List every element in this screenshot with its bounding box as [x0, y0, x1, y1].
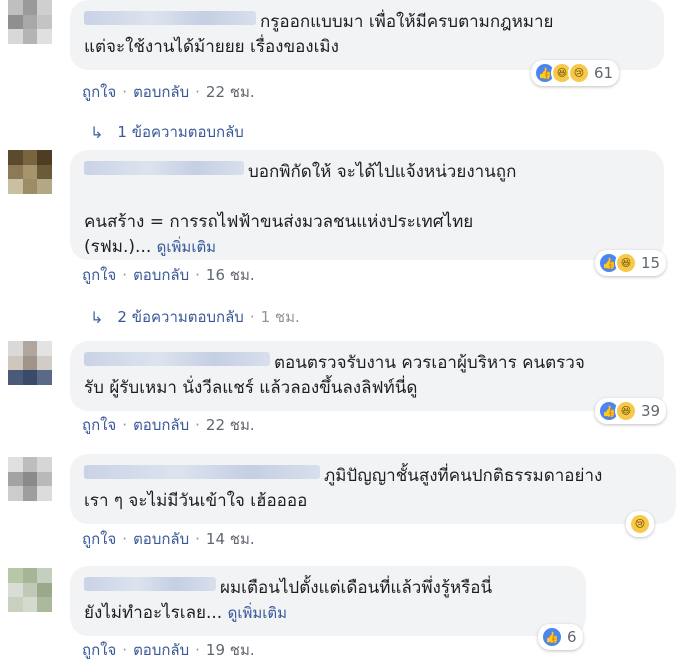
separator: ·: [122, 266, 128, 284]
separator: ·: [195, 530, 200, 548]
separator: ·: [195, 266, 200, 284]
commenter-name[interactable]: [84, 577, 216, 591]
comment-text: บอกพิกัดให้ จะได้ไปแจ้งหน่วยงานถูก คนสร้…: [84, 162, 517, 257]
reaction-summary[interactable]: 👍 😆 15: [595, 250, 667, 276]
like-button[interactable]: ถูกใจ: [82, 641, 116, 659]
like-button[interactable]: ถูกใจ: [82, 266, 116, 284]
avatar[interactable]: [8, 341, 52, 385]
reaction-count: 61: [594, 64, 614, 82]
separator: ·: [122, 83, 128, 101]
comment-bubble: ภูมิปัญญาชั้นสูงที่คนปกติธรรมดาอย่าง เรา…: [70, 454, 676, 524]
comment-actions: ถูกใจ · ตอบกลับ · 14 ชม.: [82, 527, 255, 551]
reaction-count: 39: [641, 402, 661, 420]
reply-arrow-icon: ↳: [90, 307, 104, 327]
comment-time[interactable]: 22 ชม.: [206, 416, 255, 434]
comment-time[interactable]: 19 ชม.: [206, 641, 255, 659]
sad-icon: 😢: [568, 62, 590, 84]
reaction-summary[interactable]: 👍 6: [538, 624, 583, 650]
avatar[interactable]: [8, 0, 52, 44]
reply-button[interactable]: ตอบกลับ: [133, 266, 189, 284]
commenter-name[interactable]: [84, 161, 244, 175]
separator: ·: [195, 83, 200, 101]
comment-time[interactable]: 14 ชม.: [206, 530, 255, 548]
like-button[interactable]: ถูกใจ: [82, 83, 116, 101]
separator: ·: [195, 416, 200, 434]
commenter-name[interactable]: [84, 352, 270, 366]
reaction-count: 6: [567, 628, 577, 646]
separator: ·: [122, 416, 128, 434]
haha-icon: 😆: [615, 252, 637, 274]
like-icon: 👍: [541, 626, 563, 648]
replies-label[interactable]: 1 ข้อความตอบกลับ: [117, 120, 243, 144]
view-replies-link[interactable]: ↳ 2 ข้อความตอบกลับ · 1 ชม.: [90, 305, 300, 329]
reply-button[interactable]: ตอบกลับ: [133, 416, 189, 434]
comment-actions: ถูกใจ · ตอบกลับ · 16 ชม.: [82, 263, 255, 287]
reaction-summary[interactable]: 😢: [626, 511, 654, 537]
comment-time[interactable]: 16 ชม.: [206, 266, 255, 284]
comment-actions: ถูกใจ · ตอบกลับ · 22 ชม.: [82, 413, 255, 437]
reply-button[interactable]: ตอบกลับ: [133, 641, 189, 659]
replies-time: 1 ชม.: [260, 308, 300, 326]
avatar[interactable]: [8, 568, 52, 612]
comment-bubble: ผมเตือนไปตั้งแต่เดือนที่แล้วพึ่งรู้หรือน…: [70, 566, 586, 636]
commenter-name[interactable]: [84, 11, 256, 25]
commenter-name[interactable]: [84, 465, 320, 479]
see-more-link[interactable]: ดูเพิ่มเติม: [228, 604, 287, 622]
separator: ·: [122, 641, 128, 659]
reaction-summary[interactable]: 👍 😆 😢 61: [531, 60, 620, 86]
comment-bubble: ตอนตรวจรับงาน ควรเอาผู้บริหาร คนตรวจ รับ…: [70, 341, 664, 411]
replies-label[interactable]: 2 ข้อความตอบกลับ: [117, 305, 243, 329]
separator: ·: [122, 530, 128, 548]
reply-button[interactable]: ตอบกลับ: [133, 83, 189, 101]
sad-icon: 😢: [629, 513, 651, 535]
avatar[interactable]: [8, 457, 52, 501]
comment-time[interactable]: 22 ชม.: [206, 83, 255, 101]
comment-actions: ถูกใจ · ตอบกลับ · 19 ชม.: [82, 638, 255, 662]
separator: ·: [195, 641, 200, 659]
separator: ·: [249, 308, 255, 326]
see-more-link[interactable]: ดูเพิ่มเติม: [157, 238, 216, 256]
like-button[interactable]: ถูกใจ: [82, 416, 116, 434]
comment-actions: ถูกใจ · ตอบกลับ · 22 ชม.: [82, 80, 255, 104]
reply-arrow-icon: ↳: [90, 122, 104, 142]
like-button[interactable]: ถูกใจ: [82, 530, 116, 548]
avatar[interactable]: [8, 150, 52, 194]
view-replies-link[interactable]: ↳ 1 ข้อความตอบกลับ: [90, 120, 244, 144]
reaction-summary[interactable]: 👍 😆 39: [595, 398, 667, 424]
comment-bubble: บอกพิกัดให้ จะได้ไปแจ้งหน่วยงานถูก คนสร้…: [70, 150, 664, 260]
haha-icon: 😆: [615, 400, 637, 422]
reaction-count: 15: [641, 254, 661, 272]
reply-button[interactable]: ตอบกลับ: [133, 530, 189, 548]
